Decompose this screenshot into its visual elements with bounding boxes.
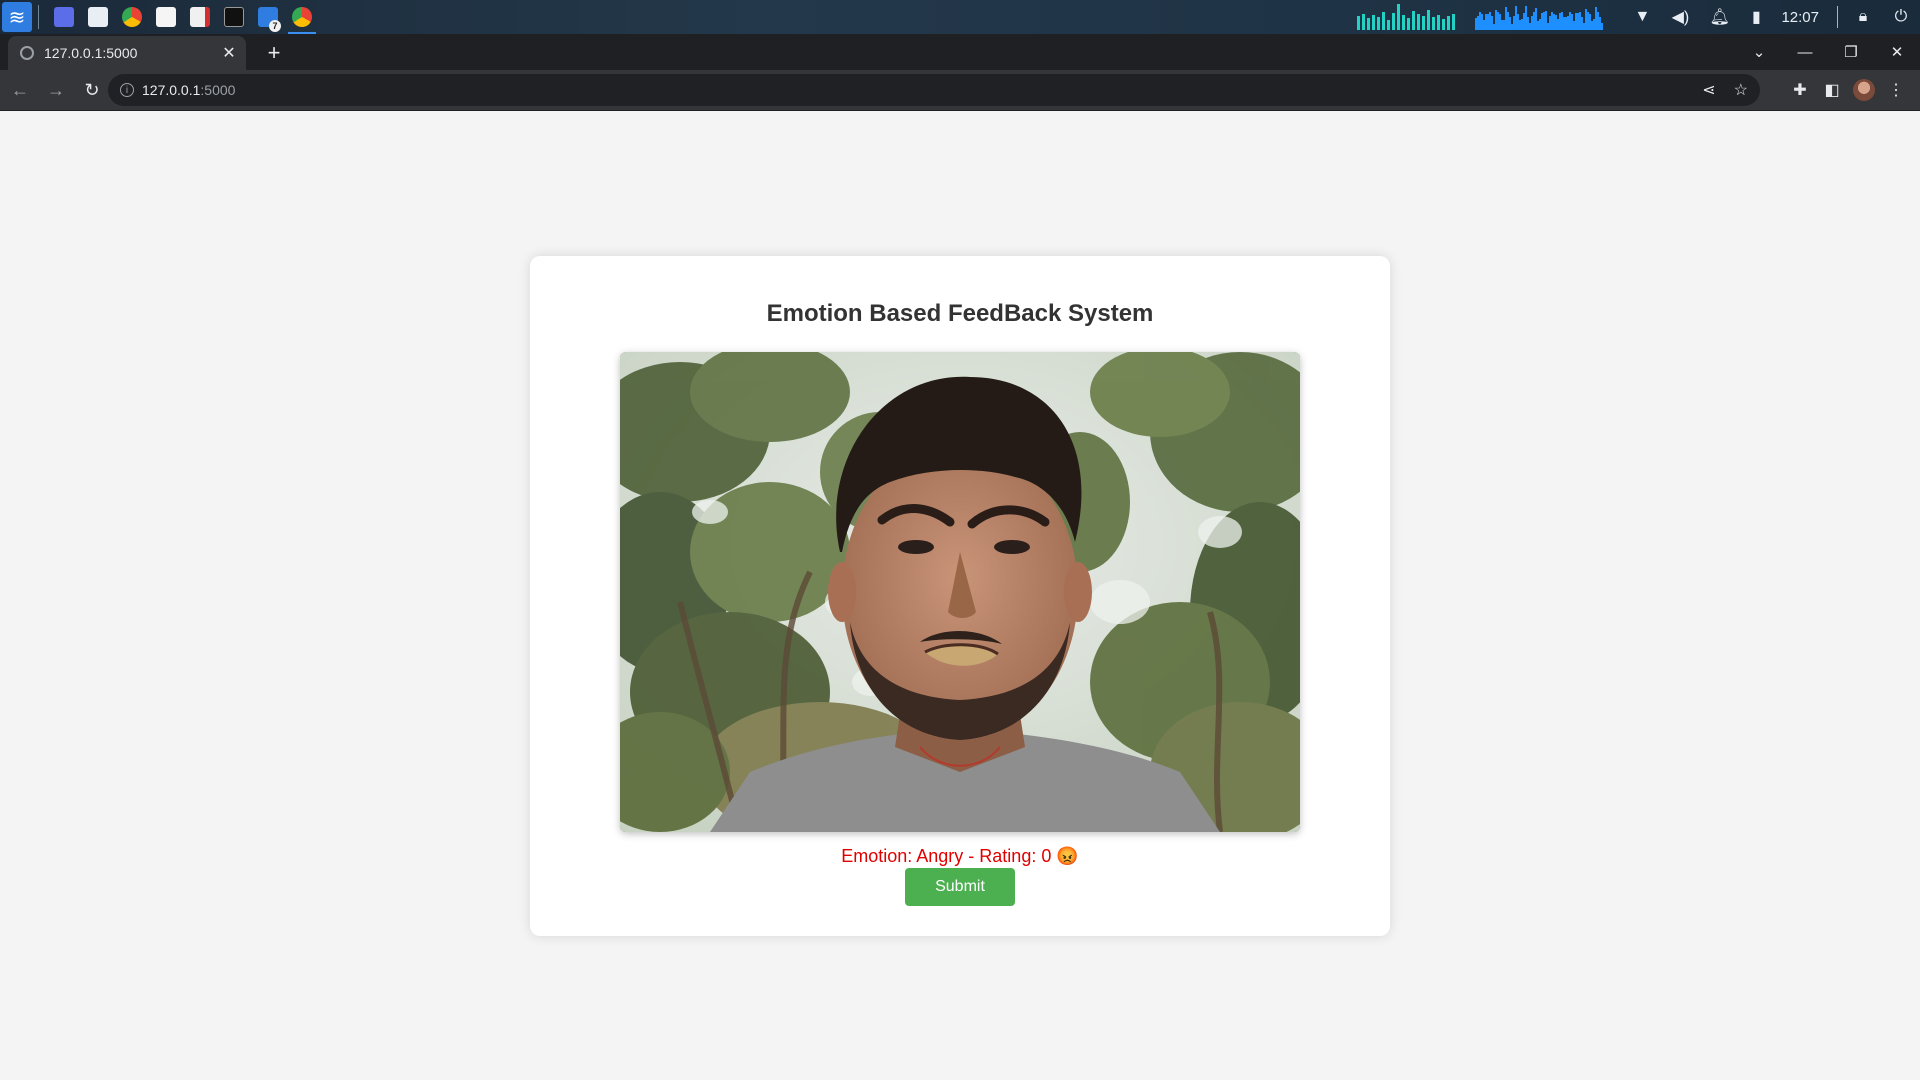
bookmark-star-icon[interactable]: ☆ <box>1734 80 1748 100</box>
power-icon[interactable]: ⏻ <box>1892 8 1910 26</box>
files-app-icon[interactable] <box>81 0 115 34</box>
audio-visualizer-icon <box>1357 4 1457 30</box>
close-window-button[interactable]: ✕ <box>1874 43 1920 61</box>
clock[interactable]: 12:07 <box>1781 9 1819 26</box>
address-bar[interactable]: i 127.0.0.1:5000 ⋖ ☆ <box>108 74 1760 106</box>
minimize-button[interactable]: — <box>1782 44 1828 61</box>
browser-toolbar: ← → ↻ i 127.0.0.1:5000 ⋖ ☆ ✚ ◧ ⋮ <box>0 70 1920 111</box>
visualizer-bar <box>1412 11 1416 30</box>
address-bar-actions: ⋖ ☆ <box>1684 74 1748 106</box>
visualizer-bar <box>1357 16 1361 30</box>
visualizer-bar <box>1372 15 1376 30</box>
chrome-active-app-icon[interactable] <box>285 0 319 34</box>
visualizer-bar <box>1452 14 1456 30</box>
close-tab-icon[interactable]: ✕ <box>218 43 240 63</box>
tray-separator <box>1837 6 1838 28</box>
submit-button[interactable]: Submit <box>905 868 1015 906</box>
document-viewer-icon[interactable] <box>149 0 183 34</box>
terminal-app-icon[interactable] <box>217 0 251 34</box>
emotion-rating-text: Emotion: Angry - Rating: 0 😡 <box>841 846 1079 866</box>
site-info-icon[interactable]: i <box>120 83 134 97</box>
notification-bell-icon[interactable]: 🔔︎ <box>1709 7 1729 27</box>
system-tray: ▼ ◀) 🔔︎ ▮ 12:07 🔒︎ ⏻ <box>1357 0 1920 34</box>
volume-icon[interactable]: ◀) <box>1671 7 1690 27</box>
visualizer-bar <box>1382 12 1386 30</box>
toolbar-actions: ✚ ◧ ⋮ <box>1784 70 1912 110</box>
visualizer-bar <box>1427 10 1431 30</box>
wifi-icon[interactable]: ▼ <box>1633 8 1651 26</box>
extensions-puzzle-icon[interactable]: ✚ <box>1784 80 1816 100</box>
chrome-app-icon[interactable] <box>115 0 149 34</box>
desktop-app-icon[interactable] <box>47 0 81 34</box>
window-count-badge: 7 <box>269 20 281 32</box>
menu-kebab-icon[interactable]: ⋮ <box>1880 80 1912 100</box>
battery-icon[interactable]: ▮ <box>1747 7 1765 27</box>
visualizer-bar <box>1377 17 1381 30</box>
browser-tab[interactable]: 127.0.0.1:5000 ✕ <box>8 36 246 70</box>
reload-icon[interactable]: ↻ <box>76 80 108 101</box>
share-icon[interactable]: ⋖ <box>1702 80 1715 100</box>
audio-waveform-icon <box>1475 4 1604 30</box>
visualizer-bar <box>1402 15 1406 30</box>
visualizer-bar <box>1367 18 1371 30</box>
visualizer-bar <box>1422 16 1426 30</box>
visualizer-bar <box>1417 14 1421 30</box>
webcam-frame-image <box>620 352 1300 832</box>
url-host: 127.0.0.1 <box>142 82 201 98</box>
visualizer-bar <box>1437 15 1441 30</box>
visualizer-bar <box>1392 13 1396 30</box>
feedback-card: Emotion Based FeedBack System Emotion: A… <box>530 256 1390 936</box>
url-port: :5000 <box>200 82 236 98</box>
visualizer-bar <box>1387 20 1391 30</box>
launcher-icon[interactable]: ≋ <box>2 2 32 32</box>
pdf-editor-icon[interactable] <box>183 0 217 34</box>
system-taskbar: ≋ 7 ▼ ◀) 🔔︎ ▮ 12:07 🔒︎ ⏻ <box>0 0 1920 34</box>
side-panel-icon[interactable]: ◧ <box>1816 80 1848 100</box>
file-manager-app-icon[interactable]: 7 <box>251 0 285 34</box>
visualizer-bar <box>1407 18 1411 30</box>
lock-icon[interactable]: 🔒︎ <box>1854 8 1872 26</box>
taskbar-separator <box>38 5 39 29</box>
globe-icon <box>20 46 34 60</box>
back-arrow-icon[interactable]: ← <box>4 80 36 101</box>
visualizer-bar <box>1432 17 1436 30</box>
browser-tab-strip: 127.0.0.1:5000 ✕ + ⌄ — ❐ ✕ <box>0 34 1920 70</box>
visualizer-bar <box>1362 14 1366 30</box>
visualizer-bar <box>1397 4 1401 30</box>
webcam-video-feed <box>620 352 1300 832</box>
taskbar-apps: ≋ 7 <box>0 0 319 34</box>
window-controls: ⌄ — ❐ ✕ <box>1736 34 1920 70</box>
tab-title: 127.0.0.1:5000 <box>44 45 138 61</box>
new-tab-button[interactable]: + <box>260 39 288 67</box>
visualizer-bar <box>1442 19 1446 30</box>
waveform-bar <box>1601 23 1604 30</box>
page-title: Emotion Based FeedBack System <box>766 300 1154 327</box>
profile-avatar[interactable] <box>1853 79 1875 101</box>
visualizer-bar <box>1447 16 1451 30</box>
forward-arrow-icon[interactable]: → <box>40 80 72 101</box>
tab-search-icon[interactable]: ⌄ <box>1736 43 1782 61</box>
restore-button[interactable]: ❐ <box>1828 43 1874 61</box>
